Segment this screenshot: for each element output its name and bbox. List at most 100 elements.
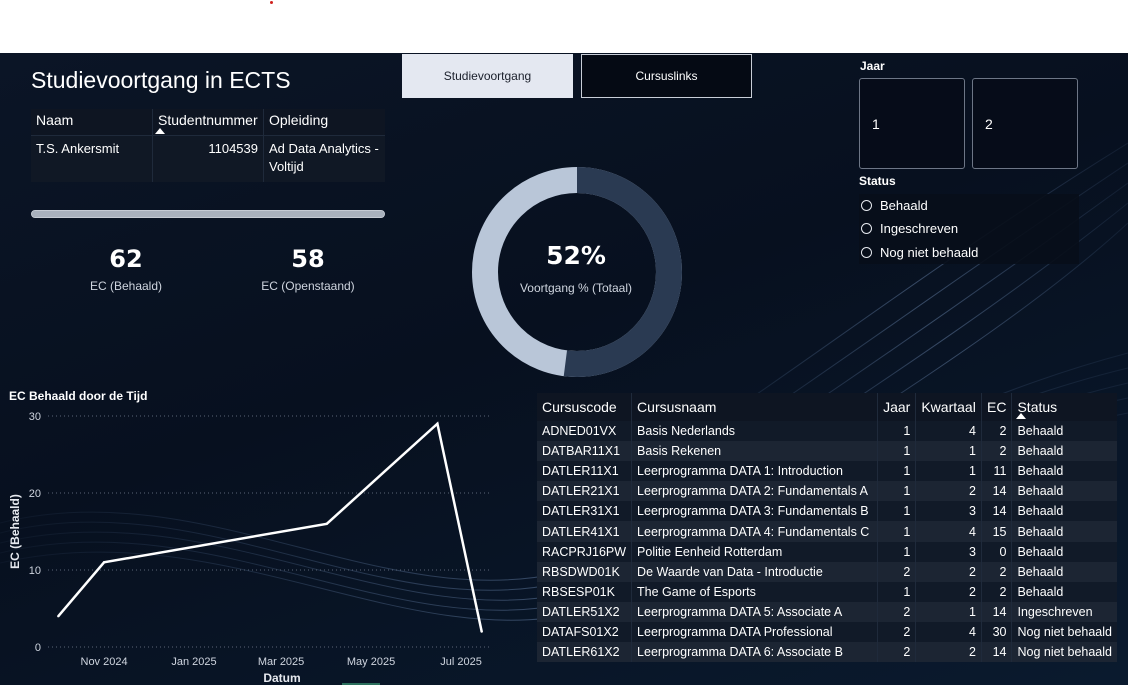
table-row: DATLER11X1 Leerprogramma DATA 1: Introduc… (537, 461, 1117, 482)
cell-status: Behaald (1011, 521, 1117, 542)
cell-cursusnaam: Leerprogramma DATA 5: Associate A (631, 601, 878, 622)
x-tick-label: Mar 2025 (258, 656, 304, 668)
cell-ec: 30 (980, 621, 1012, 643)
cell-status: Ingeschreven (1011, 601, 1117, 622)
x-tick-label: Jul 2025 (440, 656, 482, 668)
status-option-label: Behaald (880, 198, 928, 214)
radio-icon (861, 200, 872, 212)
tab-studievoortgang[interactable]: Studievoortgang (402, 54, 573, 98)
cell-kwartaal: 2 (915, 561, 982, 582)
column-header-ec[interactable]: EC (980, 393, 1012, 421)
table-row: DATAFS01X2 Leerprogramma DATA Professiona… (537, 621, 1117, 643)
kpi-label: EC (Openstaand) (261, 279, 355, 293)
status-filter-label: Status (859, 174, 896, 188)
cell-cursuscode: DATLER11X1 (537, 461, 632, 482)
table-row: T.S. Ankersmit 1104539 Ad Data Analytics… (31, 135, 385, 182)
year-filter-label: Jaar (860, 59, 885, 73)
y-tick-label: 20 (29, 488, 41, 500)
cell-cursusnaam: Leerprogramma DATA 6: Associate B (631, 642, 878, 663)
table-row: DATLER51X2 Leerprogramma DATA 5: Associat… (537, 601, 1117, 622)
table-row: DATLER31X1 Leerprogramma DATA 3: Fundamen… (537, 501, 1117, 522)
column-header-label: Studentnummer (158, 112, 258, 128)
cell-naam: T.S. Ankersmit (31, 135, 153, 182)
cell-kwartaal: 2 (915, 581, 982, 602)
cell-cursuscode: RBSESP01K (537, 581, 632, 602)
progress-bar-fill (32, 211, 384, 217)
sort-ascending-icon (155, 128, 165, 134)
table-row: RBSESP01K The Game of Esports 1 2 2 Behaald (537, 581, 1117, 602)
cell-cursusnaam: De Waarde van Data - Introductie (631, 561, 878, 582)
kpi-value: 62 (109, 245, 143, 273)
column-header-naam[interactable]: Naam (31, 109, 153, 136)
cell-jaar: 1 (877, 481, 916, 502)
cell-status: Behaald (1011, 441, 1117, 462)
status-filter-list: Behaald Ingeschreven Nog niet behaald (859, 194, 1079, 264)
cell-kwartaal: 4 (915, 521, 982, 542)
cell-status: Nog niet behaald (1011, 621, 1117, 643)
column-header-studentnummer[interactable]: Studentnummer (152, 109, 264, 136)
donut-value: 52% (546, 241, 606, 270)
cell-ec: 2 (980, 581, 1012, 602)
cell-ec: 14 (980, 501, 1012, 522)
cell-status: Behaald (1011, 541, 1117, 562)
cell-kwartaal: 2 (915, 481, 982, 502)
column-header-opleiding[interactable]: Opleiding (263, 109, 385, 136)
cell-jaar: 1 (877, 541, 916, 562)
status-option-ingeschreven[interactable]: Ingeschreven (859, 217, 1079, 240)
status-option-label: Ingeschreven (880, 221, 959, 237)
cell-jaar: 1 (877, 501, 916, 522)
progress-donut-chart (472, 167, 682, 377)
cell-cursusnaam: Basis Rekenen (631, 441, 878, 462)
radio-icon (861, 223, 872, 235)
table-row: RACPRJ16PW Politie Eenheid Rotterdam 1 3 0 Be… (537, 541, 1117, 562)
column-header-kwartaal[interactable]: Kwartaal (915, 393, 982, 421)
series-line (57, 421, 483, 632)
cell-kwartaal: 1 (915, 601, 982, 622)
column-header-status[interactable]: Status (1011, 393, 1117, 421)
cell-jaar: 2 (877, 601, 916, 622)
cell-jaar: 1 (877, 441, 916, 462)
data-point (102, 561, 106, 564)
cell-status: Behaald (1011, 481, 1117, 502)
cell-jaar: 2 (877, 621, 916, 643)
cell-kwartaal: 1 (915, 441, 982, 462)
dashboard-canvas: Studievoortgang in ECTS Studievoortgang … (0, 53, 1128, 685)
radio-icon (861, 246, 872, 258)
cell-cursuscode: DATLER31X1 (537, 501, 632, 522)
cell-status: Behaald (1011, 561, 1117, 582)
y-axis-title: EC (Behaald) (8, 494, 22, 569)
red-dot-artifact (270, 1, 273, 4)
cell-ec: 2 (980, 421, 1012, 442)
page-title: Studievoortgang in ECTS (31, 67, 291, 93)
column-header-jaar[interactable]: Jaar (877, 393, 916, 421)
cell-status: Behaald (1011, 581, 1117, 602)
cell-kwartaal: 4 (915, 621, 982, 643)
cell-cursuscode: DATLER41X1 (537, 521, 632, 542)
cell-jaar: 1 (877, 521, 916, 542)
year-option-1[interactable]: 1 (859, 78, 965, 169)
cell-jaar: 1 (877, 581, 916, 602)
sort-ascending-icon (1016, 413, 1027, 419)
cell-cursuscode: RBSDWD01K (537, 561, 632, 582)
table-row: RBSDWD01K De Waarde van Data - Introducti… (537, 561, 1117, 582)
column-header-cursusnaam[interactable]: Cursusnaam (631, 393, 878, 421)
status-option-behaald[interactable]: Behaald (859, 194, 1079, 217)
cell-cursuscode: ADNED01VX (537, 421, 632, 442)
cell-ec: 11 (980, 461, 1012, 482)
cell-status: Behaald (1011, 461, 1117, 482)
data-point (325, 522, 328, 525)
cell-cursusnaam: Basis Nederlands (631, 421, 878, 442)
cell-opleiding: Ad Data Analytics - Voltijd (263, 135, 385, 182)
progress-bar (31, 210, 385, 218)
status-option-nog-niet-behaald[interactable]: Nog niet behaald (859, 241, 1079, 264)
cell-kwartaal: 2 (915, 642, 982, 663)
table-row: DATLER21X1 Leerprogramma DATA 2: Fundamen… (537, 481, 1117, 502)
cell-ec: 14 (980, 481, 1012, 502)
year-option-2[interactable]: 2 (972, 78, 1078, 169)
table-row: DATBAR11X1 Basis Rekenen 1 1 2 Behaald (537, 441, 1117, 462)
y-tick-label: 0 (35, 642, 41, 654)
cell-status: Nog niet behaald (1011, 642, 1117, 663)
cell-cursuscode: DATLER21X1 (537, 481, 632, 502)
column-header-cursuscode[interactable]: Cursuscode (537, 393, 632, 421)
tab-cursuslinks[interactable]: Cursuslinks (581, 54, 752, 98)
